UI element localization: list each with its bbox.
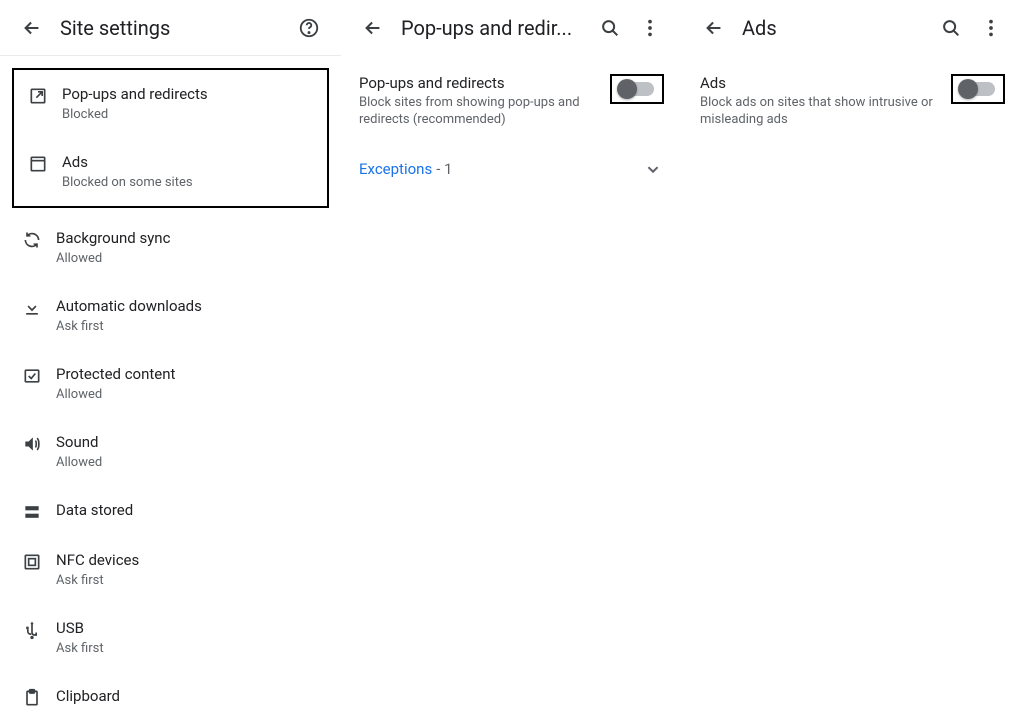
row-title: Ads	[62, 152, 321, 172]
ads-toggle[interactable]	[961, 82, 995, 96]
setting-data-stored[interactable]: Data stored	[0, 486, 341, 536]
settings-list: Pop-ups and redirects Blocked Ads Blocke…	[0, 68, 341, 722]
header: Pop-ups and redir...	[341, 0, 682, 56]
search-button[interactable]	[590, 8, 630, 48]
page-title: Ads	[734, 16, 931, 40]
exceptions-row[interactable]: Exceptions - 1	[359, 136, 664, 192]
row-title: Background sync	[56, 228, 325, 248]
back-button[interactable]	[694, 8, 734, 48]
row-sub: Allowed	[56, 386, 325, 404]
storage-icon	[22, 502, 42, 522]
row-sub: Blocked on some sites	[62, 174, 321, 192]
search-icon	[940, 17, 962, 39]
row-title: Data stored	[56, 500, 325, 520]
row-title: USB	[56, 618, 325, 638]
search-button[interactable]	[931, 8, 971, 48]
header: Ads	[682, 0, 1023, 56]
arrow-back-icon	[21, 17, 43, 39]
setting-sub: Block ads on sites that show intrusive o…	[700, 94, 939, 128]
help-icon	[298, 17, 320, 39]
more-vert-icon	[639, 17, 661, 39]
ads-toggle-row: Ads Block ads on sites that show intrusi…	[700, 66, 1005, 136]
expand-icon	[642, 158, 664, 180]
row-title: Automatic downloads	[56, 296, 325, 316]
download-icon	[22, 298, 42, 318]
detail-body: Pop-ups and redirects Block sites from s…	[341, 56, 682, 192]
arrow-back-icon	[362, 17, 384, 39]
row-title: Pop-ups and redirects	[62, 84, 321, 104]
overflow-menu-button[interactable]	[630, 8, 670, 48]
usb-icon	[22, 620, 42, 640]
ads-toggle-highlight	[951, 74, 1005, 104]
row-sub: Ask first	[56, 318, 325, 336]
setting-protected-content[interactable]: Protected content Allowed	[0, 350, 341, 418]
row-sub: Ask first	[56, 572, 325, 590]
setting-automatic-downloads[interactable]: Automatic downloads Ask first	[0, 282, 341, 350]
row-title: Clipboard	[56, 686, 325, 706]
setting-background-sync[interactable]: Background sync Allowed	[0, 214, 341, 282]
ads-panel: Ads Ads Block ads on sites that show int…	[682, 0, 1023, 662]
setting-sound[interactable]: Sound Allowed	[0, 418, 341, 486]
page-title: Pop-ups and redir...	[393, 16, 590, 40]
sound-icon	[22, 434, 42, 454]
popup-icon	[28, 86, 48, 106]
more-vert-icon	[980, 17, 1002, 39]
header: Site settings	[0, 0, 341, 56]
search-icon	[599, 17, 621, 39]
row-title: NFC devices	[56, 550, 325, 570]
page-title: Site settings	[52, 16, 289, 40]
detail-body: Ads Block ads on sites that show intrusi…	[682, 56, 1023, 136]
nfc-icon	[22, 552, 42, 572]
setting-title: Pop-ups and redirects	[359, 74, 598, 92]
setting-sub: Block sites from showing pop-ups and red…	[359, 94, 598, 128]
setting-nfc-devices[interactable]: NFC devices Ask first	[0, 536, 341, 604]
setting-clipboard[interactable]: Clipboard	[0, 672, 341, 722]
chevron-down-icon	[642, 158, 664, 180]
sync-icon	[22, 230, 42, 250]
exceptions-count: - 1	[436, 160, 452, 178]
row-title: Protected content	[56, 364, 325, 384]
setting-popups-redirects[interactable]: Pop-ups and redirects Blocked	[14, 70, 327, 138]
exceptions-label: Exceptions	[359, 160, 432, 178]
row-sub: Allowed	[56, 250, 325, 268]
setting-title: Ads	[700, 74, 939, 92]
back-button[interactable]	[12, 8, 52, 48]
row-sub: Ask first	[56, 640, 325, 658]
clipboard-icon	[22, 688, 42, 708]
popups-toggle-row: Pop-ups and redirects Block sites from s…	[359, 66, 664, 136]
arrow-back-icon	[703, 17, 725, 39]
overflow-menu-button[interactable]	[971, 8, 1011, 48]
row-sub: Allowed	[56, 454, 325, 472]
row-title: Sound	[56, 432, 325, 452]
highlighted-group: Pop-ups and redirects Blocked Ads Blocke…	[12, 68, 329, 208]
site-settings-panel: Site settings Pop-ups and redirects Bloc…	[0, 0, 341, 662]
row-sub: Blocked	[62, 106, 321, 124]
back-button[interactable]	[353, 8, 393, 48]
protected-icon	[22, 366, 42, 386]
ads-icon	[28, 154, 48, 174]
setting-ads[interactable]: Ads Blocked on some sites	[14, 138, 327, 206]
popups-toggle-highlight	[610, 74, 664, 104]
help-button[interactable]	[289, 8, 329, 48]
popups-toggle[interactable]	[620, 82, 654, 96]
popups-panel: Pop-ups and redir... Pop-ups and redirec…	[341, 0, 682, 662]
